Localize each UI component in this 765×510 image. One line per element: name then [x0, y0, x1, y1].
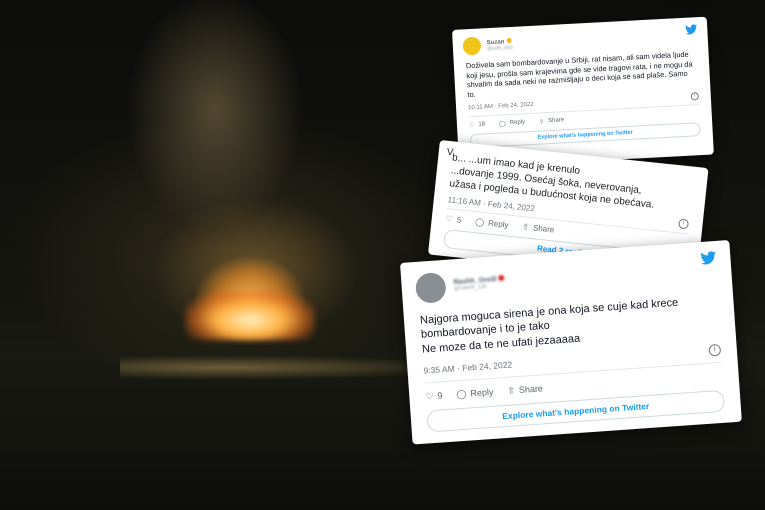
tweet-card-3: Rashh_Oreill @rashh_O8 Najgora moguca si…	[400, 239, 742, 445]
reply-button[interactable]: ◯ Reply	[475, 217, 509, 229]
avatar	[414, 271, 447, 304]
reply-icon: ◯	[498, 120, 506, 128]
heart-icon: ♡	[445, 214, 454, 224]
tweet-timestamp[interactable]: 10:11 AM · Feb 24, 2022	[468, 101, 534, 110]
explosion-fireball	[185, 290, 315, 340]
share-icon: ⇧	[538, 118, 545, 126]
heart-icon: ♡	[468, 122, 475, 129]
like-button[interactable]: ♡ 9	[425, 390, 443, 402]
tweet-timestamp[interactable]: 9:35 AM · Feb 24, 2022	[423, 359, 512, 375]
reply-button[interactable]: ◯ Reply	[456, 387, 494, 401]
like-button[interactable]: ♡ 5	[445, 214, 461, 225]
twitter-bird-icon[interactable]	[700, 251, 717, 270]
share-button[interactable]: ⇧ Share	[539, 117, 564, 125]
share-button[interactable]: ⇧ Share	[507, 383, 543, 396]
reply-button[interactable]: ◯ Reply	[499, 119, 525, 127]
tweet-author-handle: @suhi_blsn	[486, 44, 514, 52]
share-button[interactable]: ⇧ Share	[522, 222, 555, 234]
share-icon: ⇧	[521, 222, 530, 232]
avatar	[462, 36, 482, 56]
share-icon: ⇧	[507, 385, 516, 396]
like-button[interactable]: ♡ 18	[468, 121, 485, 129]
badge-icon	[498, 274, 505, 282]
badge-icon	[506, 37, 512, 43]
info-icon[interactable]: i	[678, 218, 690, 230]
twitter-bird-icon[interactable]	[685, 23, 698, 38]
info-icon[interactable]: i	[690, 91, 699, 101]
info-icon[interactable]: i	[708, 343, 722, 357]
heart-icon: ♡	[425, 390, 434, 402]
reply-icon: ◯	[456, 388, 467, 400]
reply-icon: ◯	[474, 217, 485, 228]
tweet-text-partial: V	[446, 146, 454, 159]
